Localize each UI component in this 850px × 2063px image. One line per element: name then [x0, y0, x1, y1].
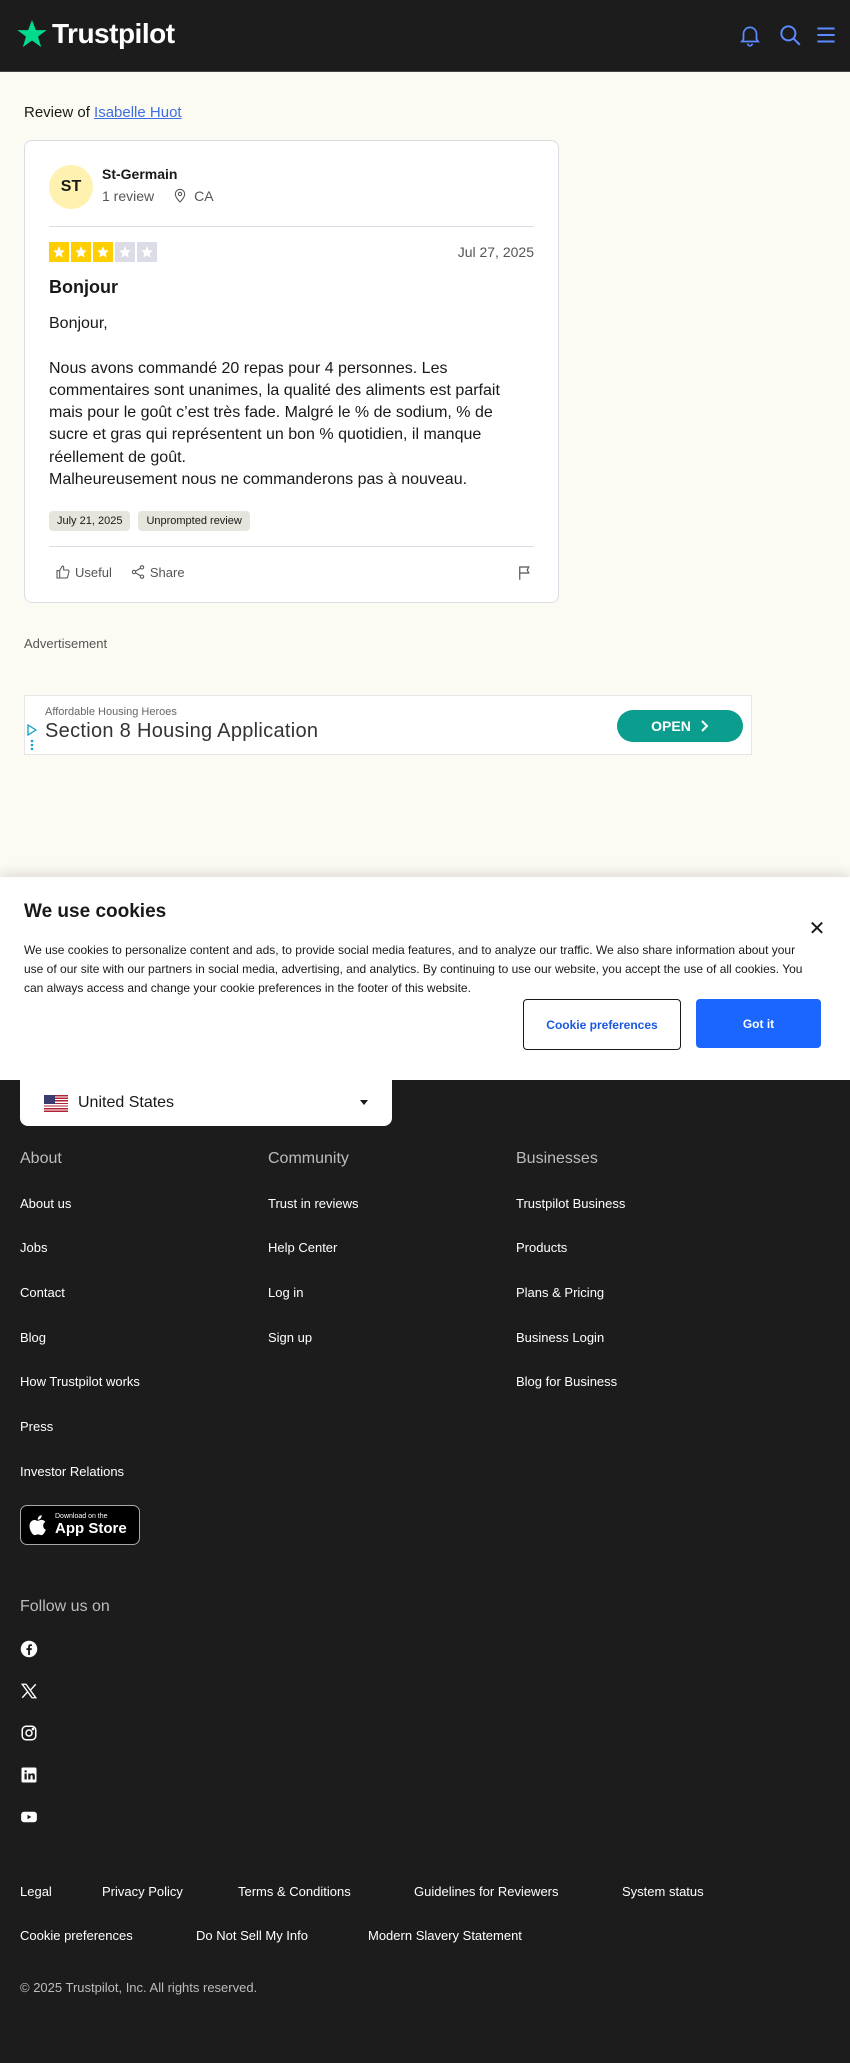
star-icon	[115, 242, 135, 262]
footer-link[interactable]: Blog	[20, 1330, 46, 1345]
footer-link[interactable]: Contact	[20, 1285, 65, 1300]
cookie-title: We use cookies	[24, 901, 167, 922]
cookie-text: We use cookies to personalize content an…	[24, 943, 803, 995]
follow-us-title: Follow us on	[20, 1598, 110, 1615]
youtube-icon[interactable]	[20, 1808, 38, 1826]
brand-name: Trustpilot	[52, 18, 175, 49]
footer-link[interactable]: Trustpilot Business	[516, 1196, 625, 1211]
star-icon	[49, 242, 69, 262]
legal-link[interactable]: Legal	[20, 1884, 52, 1899]
review-count: 1 review	[102, 188, 155, 204]
useful-label: Useful	[75, 564, 112, 580]
ad-open-button[interactable]: OPEN	[617, 710, 743, 742]
footer-link[interactable]: Sign up	[268, 1330, 312, 1345]
facebook-icon[interactable]	[20, 1640, 38, 1658]
ad-headline[interactable]: Section 8 Housing Application	[45, 720, 318, 743]
footer-link[interactable]: Investor Relations	[20, 1464, 124, 1479]
business-link[interactable]: Isabelle Huot	[94, 104, 182, 121]
x-icon[interactable]	[20, 1682, 38, 1700]
chevron-right-icon	[701, 720, 709, 732]
linkedin-icon[interactable]	[20, 1766, 38, 1784]
review-body: Bonjour, Nous avons commandé 20 repas po…	[49, 315, 500, 489]
star-rating	[49, 242, 157, 262]
review-of-prefix: Review of	[24, 104, 90, 121]
footer-link[interactable]: Press	[20, 1419, 53, 1434]
footer-link[interactable]: Trust in reviews	[268, 1196, 359, 1211]
cookie-preferences-button[interactable]: Cookie preferences	[523, 999, 681, 1050]
modern-slavery-link[interactable]: Modern Slavery Statement	[368, 1928, 522, 1943]
experience-date-tag: July 21, 2025	[49, 511, 131, 531]
footer-link[interactable]: Help Center	[268, 1240, 337, 1255]
app-store-big-text: App Store	[55, 1520, 127, 1537]
footer-link[interactable]: Business Login	[516, 1330, 604, 1345]
ad-choices-icon[interactable]	[27, 724, 37, 750]
caret-down-icon	[360, 1100, 368, 1105]
privacy-policy-link[interactable]: Privacy Policy	[102, 1884, 183, 1899]
review-card: ST St-Germain 1 review CA Jul 27, 2025 B…	[24, 140, 559, 603]
footer-link[interactable]: Jobs	[20, 1240, 47, 1255]
trustpilot-logo[interactable]: Trustpilot	[16, 18, 175, 50]
system-status-link[interactable]: System status	[622, 1884, 704, 1899]
review-actions: Useful Share	[49, 564, 534, 580]
footer-link[interactable]: Blog for Business	[516, 1374, 617, 1389]
search-icon[interactable]	[777, 22, 803, 48]
footer-community-title: Community	[268, 1150, 349, 1167]
star-icon	[137, 242, 157, 262]
site-footer: United States About About us Jobs Contac…	[0, 1080, 850, 2063]
copyright: © 2025 Trustpilot, Inc. All rights reser…	[20, 1980, 258, 1995]
review-of-line: Review of Isabelle Huot	[24, 104, 182, 121]
footer-link[interactable]: Products	[516, 1240, 567, 1255]
country-name: United States	[78, 1094, 175, 1111]
bell-icon[interactable]	[737, 22, 763, 48]
us-flag-icon	[44, 1094, 68, 1112]
review-date: Jul 27, 2025	[457, 244, 534, 260]
footer-about-title: About	[20, 1150, 62, 1167]
site-header: Trustpilot	[0, 0, 850, 72]
footer-link[interactable]: About us	[20, 1196, 71, 1211]
unprompted-review-tag[interactable]: Unprompted review	[138, 511, 250, 531]
menu-icon[interactable]	[813, 22, 839, 48]
app-store-text: Download on the App Store	[55, 1513, 127, 1537]
review-title[interactable]: Bonjour	[49, 277, 118, 298]
guidelines-link[interactable]: Guidelines for Reviewers	[414, 1884, 559, 1899]
reviewer-location: CA	[194, 188, 214, 204]
ad-brand: Affordable Housing Heroes	[45, 706, 177, 718]
star-logo-icon	[17, 20, 47, 48]
apple-icon	[29, 1515, 46, 1536]
reviewer-name[interactable]: St-Germain	[102, 166, 177, 182]
flag-icon[interactable]	[516, 564, 534, 582]
cookie-banner: We use cookies ✕ We use cookies to perso…	[0, 877, 850, 1080]
instagram-icon[interactable]	[20, 1724, 38, 1742]
reviewer-meta: 1 review CA	[102, 188, 214, 204]
terms-link[interactable]: Terms & Conditions	[238, 1884, 351, 1899]
footer-link[interactable]: Log in	[268, 1285, 303, 1300]
divider	[49, 226, 534, 227]
share-button[interactable]: Share	[130, 564, 185, 580]
useful-button[interactable]: Useful	[55, 564, 112, 580]
advertisement-label: Advertisement	[24, 636, 108, 651]
ad-banner[interactable]: Affordable Housing Heroes Section 8 Hous…	[24, 695, 752, 755]
share-label: Share	[149, 564, 185, 580]
footer-businesses-title: Businesses	[516, 1150, 598, 1167]
got-it-button[interactable]: Got it	[696, 999, 821, 1048]
cookie-preferences-link[interactable]: Cookie preferences	[20, 1928, 133, 1943]
ad-open-label: OPEN	[651, 718, 691, 734]
star-icon	[93, 242, 113, 262]
app-store-badge[interactable]: Download on the App Store	[20, 1505, 140, 1545]
avatar[interactable]: ST	[49, 165, 93, 209]
star-icon	[71, 242, 91, 262]
close-icon[interactable]: ✕	[806, 917, 828, 940]
divider	[49, 546, 534, 547]
share-icon	[131, 565, 145, 579]
footer-link[interactable]: How Trustpilot works	[20, 1374, 140, 1389]
location-pin-icon	[174, 188, 186, 203]
country-selector[interactable]: United States	[20, 1080, 392, 1126]
review-tags: July 21, 2025 Unprompted review	[49, 511, 250, 531]
do-not-sell-link[interactable]: Do Not Sell My Info	[196, 1928, 308, 1943]
thumbs-up-icon	[56, 565, 70, 579]
footer-link[interactable]: Plans & Pricing	[516, 1285, 604, 1300]
